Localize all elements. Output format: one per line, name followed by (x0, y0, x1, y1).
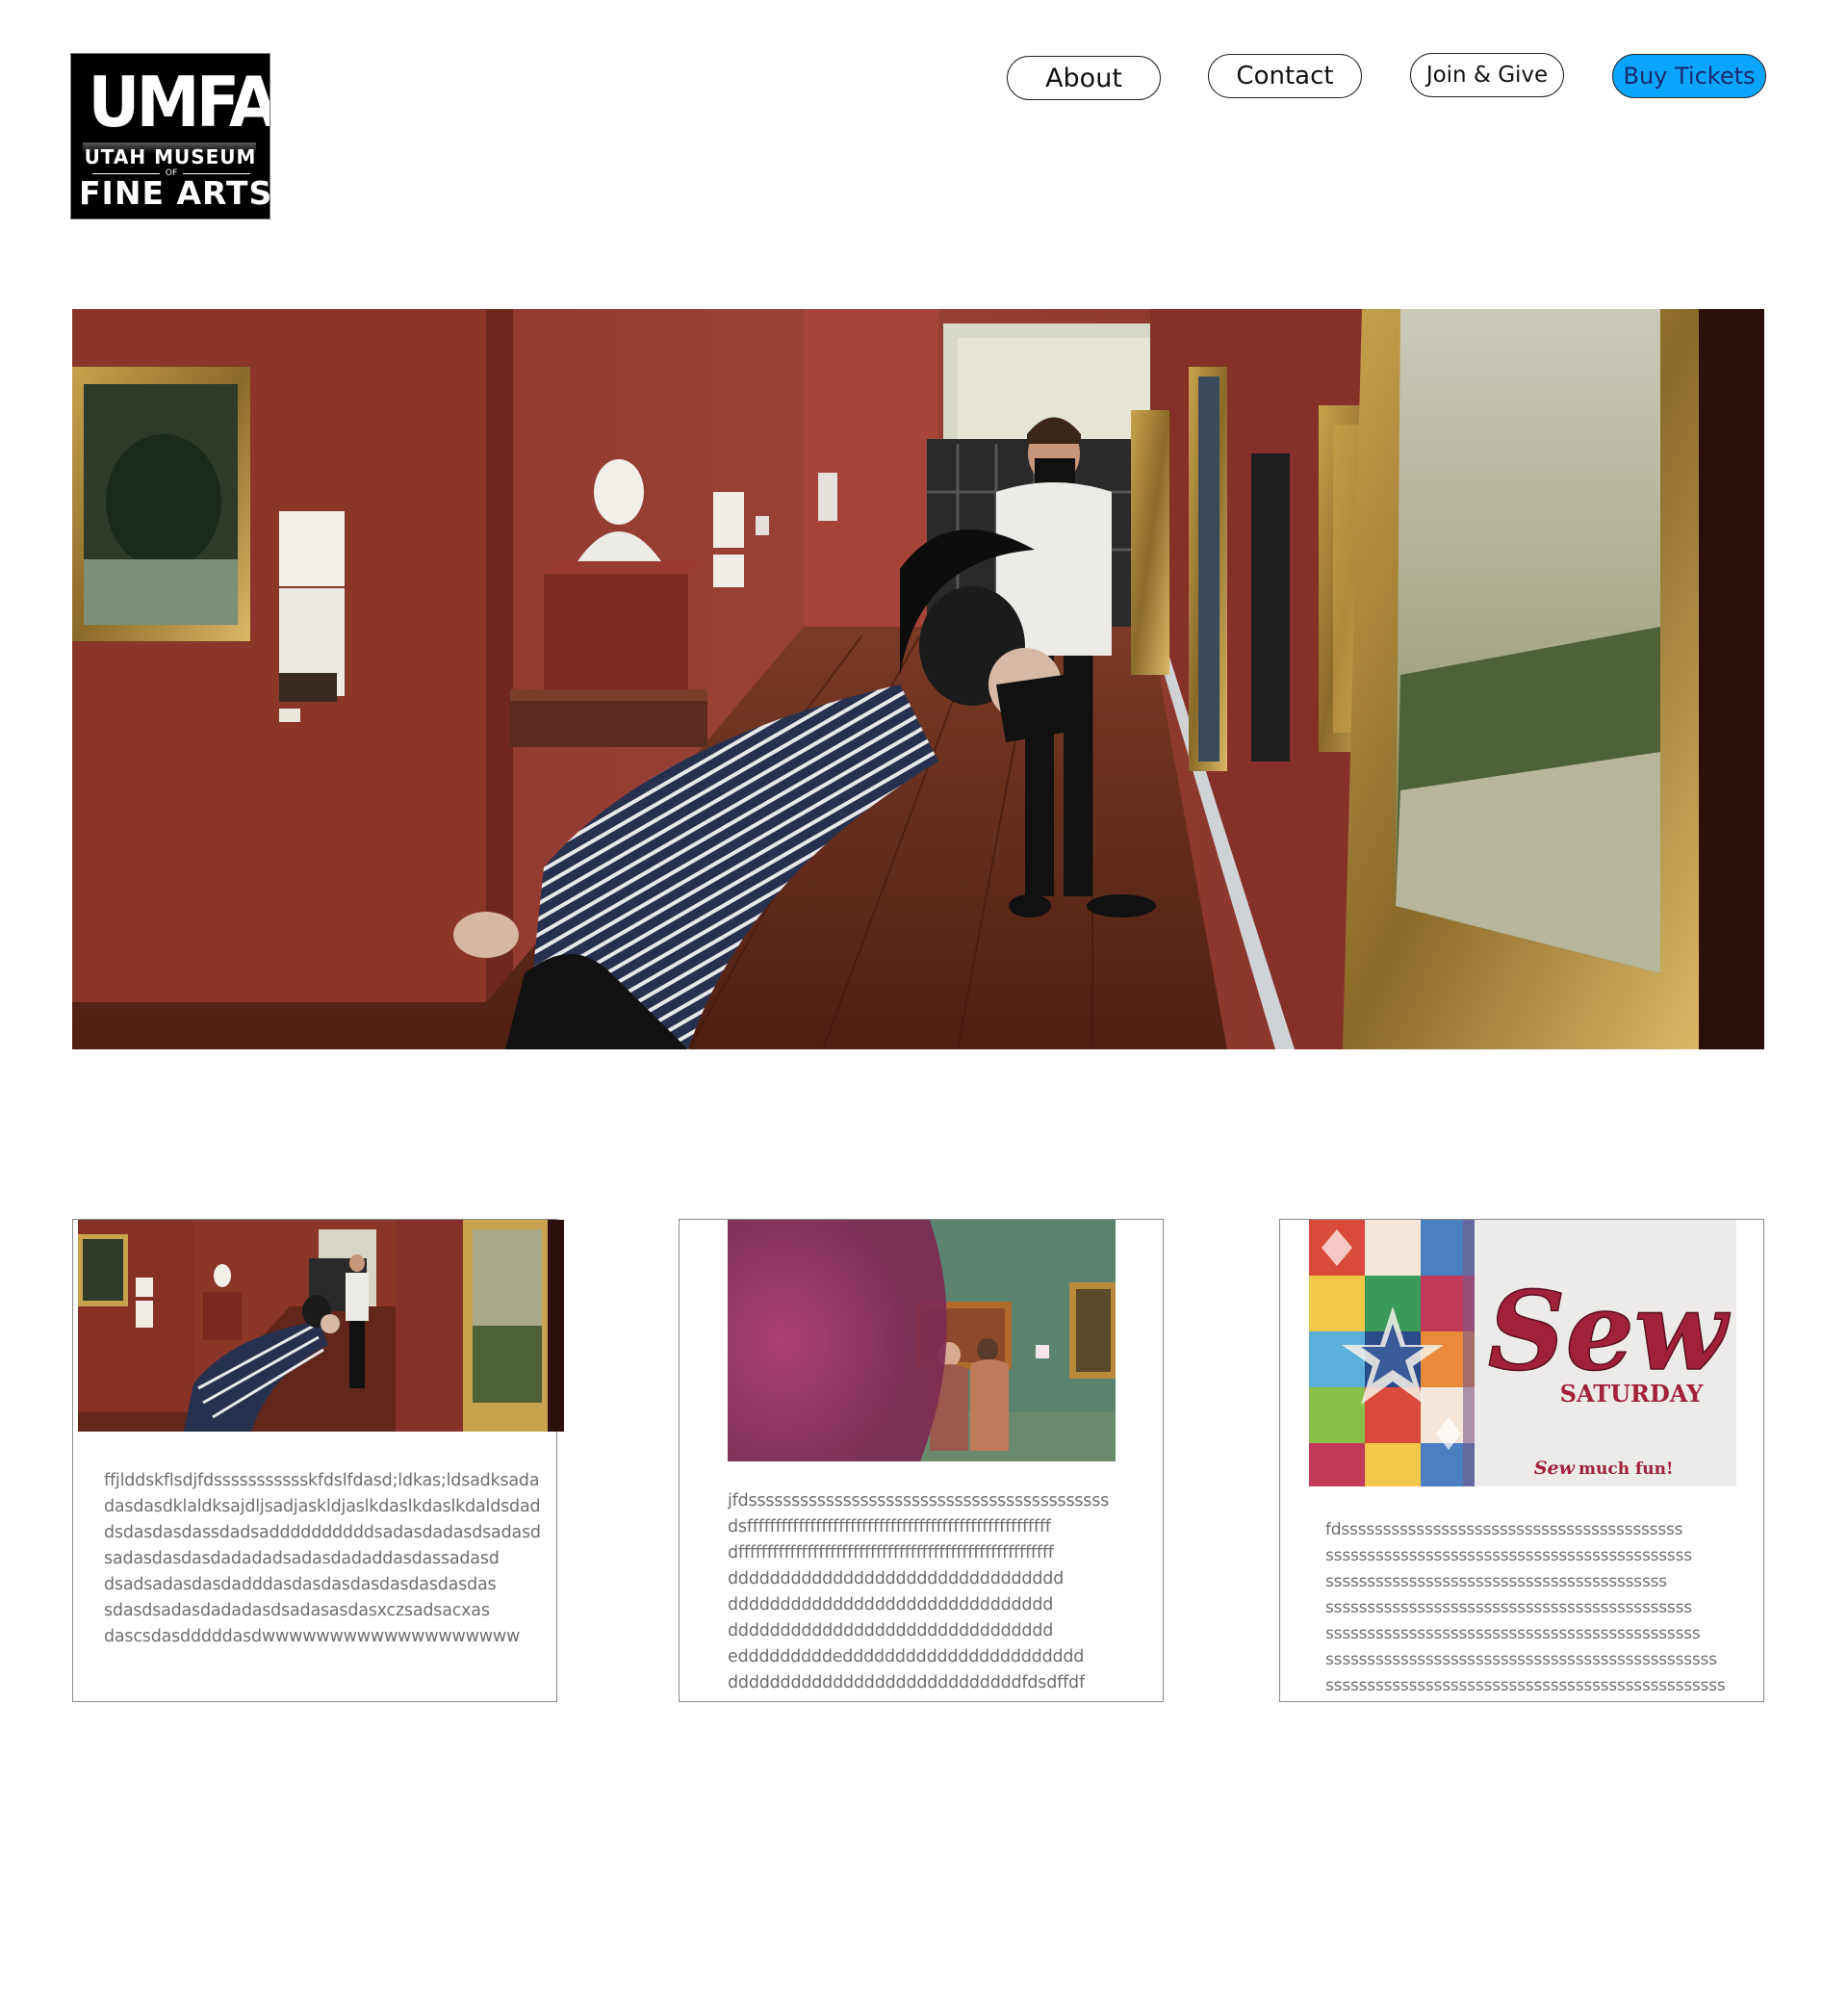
umfa-logo[interactable]: UMFA UTAH MUSEUM OF FINE ARTS (70, 53, 270, 220)
about-button[interactable]: About (1007, 56, 1161, 100)
buy-tickets-button[interactable]: Buy Tickets (1612, 54, 1766, 98)
sew-saturday-banner: Sew SATURDAY Sew much fun! (1309, 1220, 1736, 1486)
card-2-text: jfdsssssssssssssssssssssssssssssssssssss… (728, 1491, 1110, 1692)
hero-gallery-illustration (72, 309, 1764, 1049)
card-2-image (728, 1220, 1116, 1461)
card-1-text: ffjlddskflsdjfdssssssssssskfdslfdasd;ldk… (104, 1471, 541, 1646)
card-2-gallery-illustration (728, 1220, 1116, 1461)
card-3-text: fdssssssssssssssssssssssssssssssssssssss… (1325, 1520, 1726, 1695)
feature-card-2[interactable]: jfdsssssssssssssssssssssssssssssssssssss… (679, 1219, 1164, 1702)
contact-button[interactable]: Contact (1208, 54, 1362, 98)
card-1-image (78, 1220, 564, 1432)
feature-card-1[interactable]: ffjlddskflsdjfdssssssssssskfdslfdasd;ldk… (72, 1219, 564, 1702)
quilt-illustration (1309, 1220, 1475, 1486)
join-give-button[interactable]: Join & Give (1410, 53, 1564, 97)
card-1-gallery-illustration (78, 1220, 564, 1432)
feature-card-3[interactable]: Sew SATURDAY Sew much fun! fdsssssssssss… (1279, 1219, 1764, 1702)
banner-tagline-rest: much fun! (1578, 1459, 1673, 1479)
logo-line-1: UTAH MUSEUM (84, 145, 257, 168)
card-3-image: Sew SATURDAY Sew much fun! (1309, 1220, 1736, 1486)
hero-image (72, 309, 1764, 1049)
banner-saturday: SATURDAY (1560, 1380, 1705, 1408)
banner-tagline-sew: Sew (1534, 1458, 1576, 1479)
banner-sew-title: Sew (1488, 1269, 1731, 1395)
logo-line-2: FINE ARTS (79, 174, 270, 212)
logo-main-text: UMFA (88, 62, 270, 142)
